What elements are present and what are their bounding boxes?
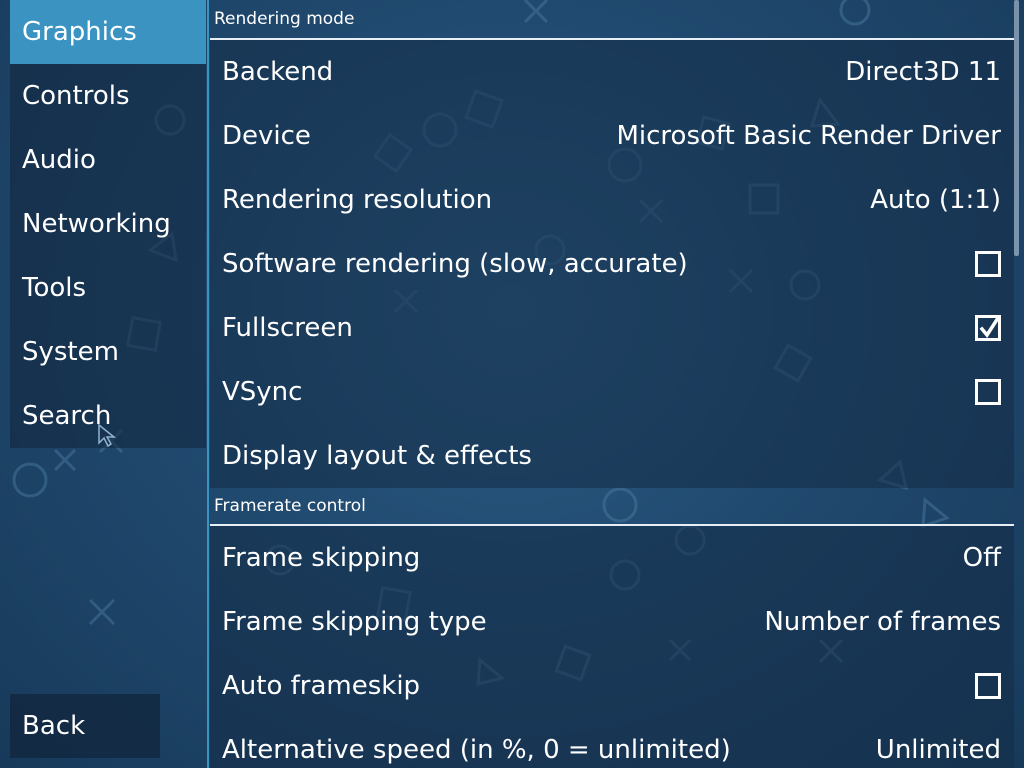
setting-label: Frame skipping type (222, 607, 487, 637)
setting-value: Unlimited (875, 735, 1001, 765)
sidebar-item-audio[interactable]: Audio (10, 128, 206, 192)
setting-label: VSync (222, 377, 303, 407)
sidebar-item-controls[interactable]: Controls (10, 64, 206, 128)
sidebar: Graphics Controls Audio Networking Tools… (10, 0, 206, 448)
sidebar-item-networking[interactable]: Networking (10, 192, 206, 256)
setting-value: Direct3D 11 (845, 57, 1001, 87)
setting-software-rendering[interactable]: Software rendering (slow, accurate) (210, 232, 1014, 296)
setting-label: Alternative speed (in %, 0 = unlimited) (222, 735, 731, 765)
section-header-rendering-mode: Rendering mode (210, 0, 1014, 40)
setting-backend[interactable]: Backend Direct3D 11 (210, 40, 1014, 104)
rendering-mode-group: Backend Direct3D 11 Device Microsoft Bas… (210, 40, 1014, 488)
setting-frame-skipping-type[interactable]: Frame skipping type Number of frames (210, 590, 1014, 654)
scrollbar-thumb[interactable] (1014, 0, 1019, 256)
setting-fullscreen[interactable]: Fullscreen (210, 296, 1014, 360)
setting-value: Off (962, 543, 1001, 573)
sidebar-item-graphics[interactable]: Graphics (10, 0, 206, 64)
sidebar-divider (207, 0, 209, 768)
setting-label: Display layout & effects (222, 441, 532, 471)
setting-frame-skipping[interactable]: Frame skipping Off (210, 526, 1014, 590)
setting-label: Backend (222, 57, 334, 87)
setting-auto-frameskip[interactable]: Auto frameskip (210, 654, 1014, 718)
software-rendering-checkbox[interactable] (975, 251, 1001, 277)
auto-frameskip-checkbox[interactable] (975, 673, 1001, 699)
setting-alternative-speed[interactable]: Alternative speed (in %, 0 = unlimited) … (210, 718, 1014, 768)
setting-device[interactable]: Device Microsoft Basic Render Driver (210, 104, 1014, 168)
sidebar-item-system[interactable]: System (10, 320, 206, 384)
setting-value: Microsoft Basic Render Driver (616, 121, 1001, 151)
setting-label: Auto frameskip (222, 671, 421, 701)
setting-label: Rendering resolution (222, 185, 493, 215)
sidebar-item-tools[interactable]: Tools (10, 256, 206, 320)
fullscreen-checkbox[interactable] (975, 315, 1001, 341)
mouse-cursor-icon (98, 424, 117, 448)
setting-rendering-resolution[interactable]: Rendering resolution Auto (1:1) (210, 168, 1014, 232)
setting-vsync[interactable]: VSync (210, 360, 1014, 424)
section-header-framerate-control: Framerate control (210, 488, 1014, 526)
setting-value: Number of frames (764, 607, 1001, 637)
setting-display-layout[interactable]: Display layout & effects (210, 424, 1014, 488)
setting-label: Device (222, 121, 311, 151)
settings-panel: Rendering mode Backend Direct3D 11 Devic… (210, 0, 1014, 768)
setting-value: Auto (1:1) (870, 185, 1001, 215)
setting-label: Frame skipping (222, 543, 421, 573)
check-icon (979, 316, 1001, 338)
framerate-control-group: Frame skipping Off Frame skipping type N… (210, 526, 1014, 768)
setting-label: Fullscreen (222, 313, 353, 343)
back-button[interactable]: Back (10, 694, 160, 758)
setting-label: Software rendering (slow, accurate) (222, 249, 688, 279)
vsync-checkbox[interactable] (975, 379, 1001, 405)
